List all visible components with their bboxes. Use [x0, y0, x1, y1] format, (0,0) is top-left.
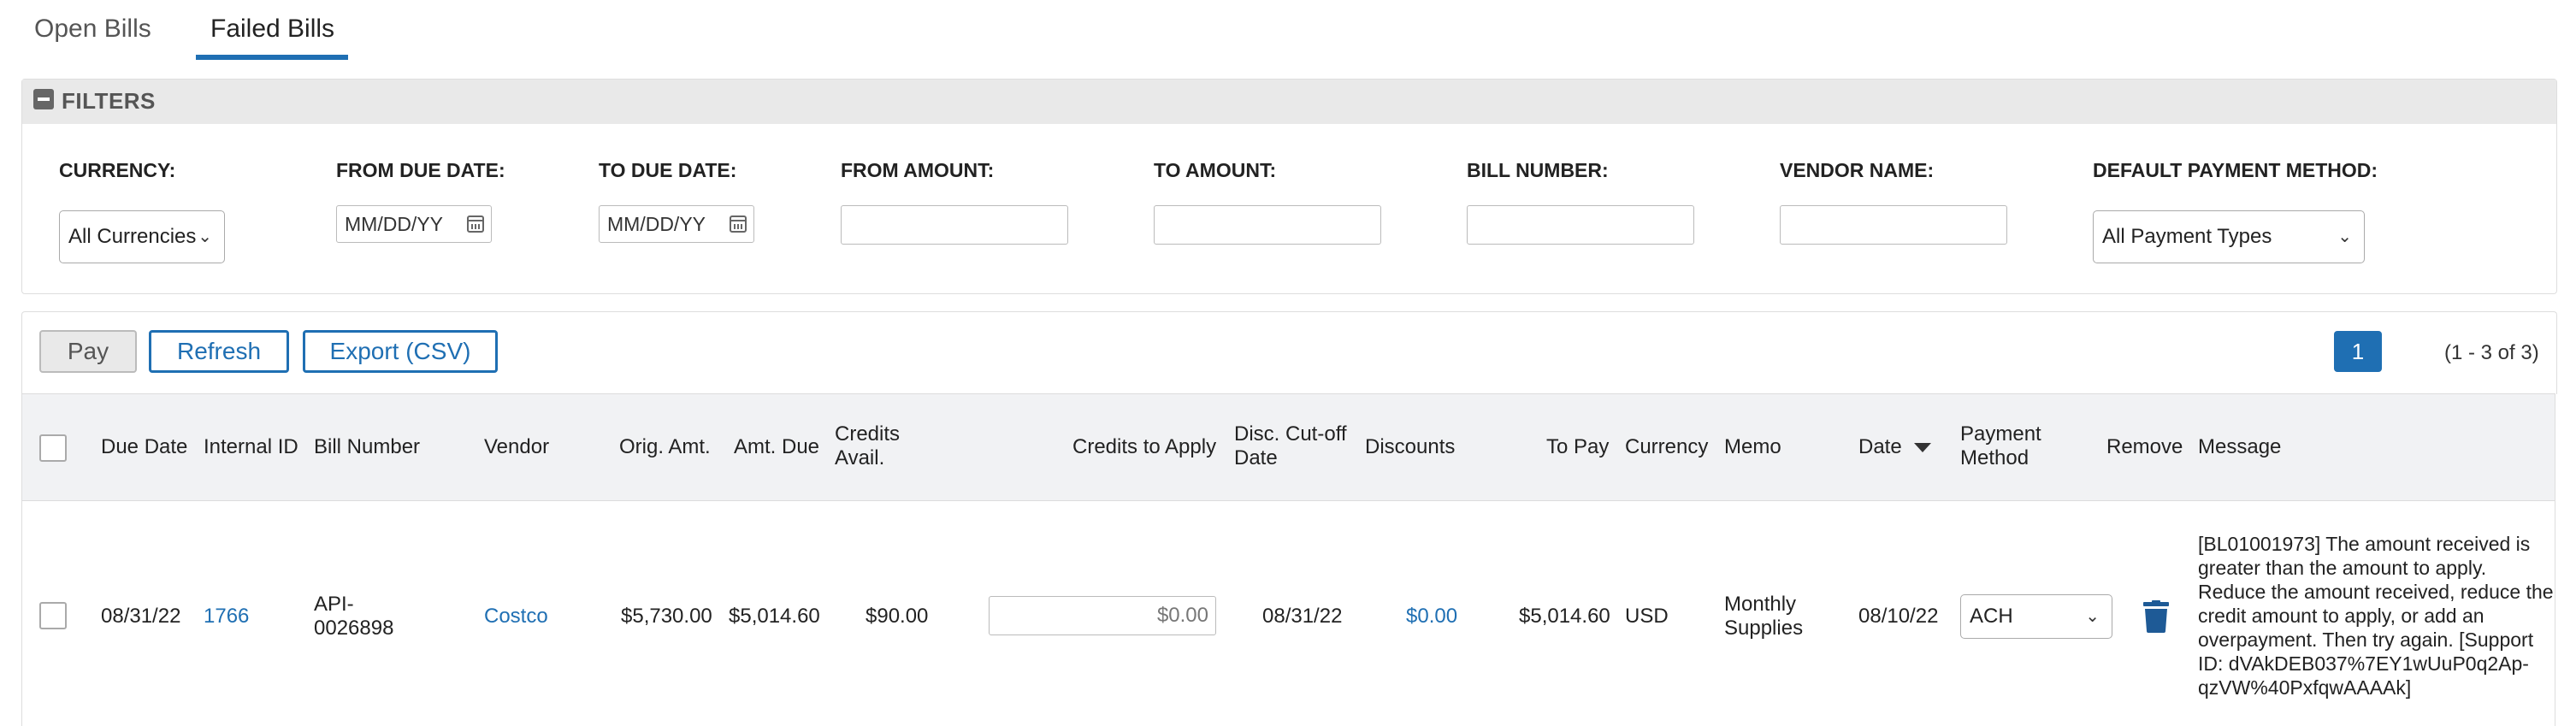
chevron-down-icon: ⌄	[2337, 227, 2352, 246]
cell-date: 08/10/22	[1858, 605, 1939, 628]
refresh-button[interactable]: Refresh	[149, 330, 289, 373]
payment-method-label: DEFAULT PAYMENT METHOD:	[2093, 159, 2378, 181]
from-due-date-input[interactable]: MM/DD/YY	[336, 205, 492, 243]
cell-bill-number-line1: API-	[314, 593, 354, 616]
to-amount-label: TO AMOUNT:	[1154, 159, 1277, 181]
header-credits-avail[interactable]: Credits Avail.	[835, 422, 900, 470]
currency-label: CURRENCY:	[59, 159, 176, 181]
header-remove: Remove	[2106, 435, 2183, 458]
currency-select-value: All Currencies	[68, 225, 197, 248]
header-date-label: Date	[1858, 435, 1902, 458]
chevron-down-icon: ⌄	[198, 227, 212, 246]
header-disc-cutoff-line1: Disc. Cut-off	[1234, 422, 1347, 446]
header-orig-amt[interactable]: Orig. Amt.	[619, 435, 711, 459]
export-csv-button[interactable]: Export (CSV)	[303, 330, 498, 373]
payment-method-select[interactable]: All Payment Types ⌄	[2093, 210, 2365, 263]
header-due-date[interactable]: Due Date	[101, 435, 187, 459]
tab-failed-bills[interactable]: Failed Bills	[210, 0, 334, 62]
table-row: 08/31/22 1766 API- 0026898 Costco $5,730…	[21, 501, 2555, 726]
cell-amt-due: $5,014.60	[729, 605, 820, 628]
trash-icon[interactable]	[2142, 600, 2171, 633]
cell-currency: USD	[1625, 605, 1669, 628]
cell-vendor-link[interactable]: Costco	[484, 605, 548, 629]
chevron-down-icon: ⌄	[2085, 607, 2100, 626]
from-due-date-label: FROM DUE DATE:	[336, 159, 505, 181]
header-bill-number[interactable]: Bill Number	[314, 435, 420, 459]
header-discounts[interactable]: Discounts	[1365, 435, 1455, 459]
filters-header[interactable]: FILTERS	[22, 80, 2556, 124]
action-bar: Pay Refresh Export (CSV) 1 (1 - 3 of 3)	[21, 311, 2557, 394]
cell-to-pay: $5,014.60	[1519, 605, 1610, 628]
cell-disc-cutoff-date: 08/31/22	[1262, 605, 1343, 628]
payment-method-row-select[interactable]: ACH ⌄	[1960, 594, 2112, 639]
header-credits-avail-line2: Avail.	[835, 446, 885, 469]
to-due-date-label: TO DUE DATE:	[599, 159, 737, 181]
header-currency[interactable]: Currency	[1625, 435, 1708, 459]
vendor-name-input[interactable]	[1780, 205, 2007, 245]
header-payment-method[interactable]: Payment Method	[1960, 422, 2041, 470]
cell-memo: Monthly Supplies	[1724, 593, 1803, 640]
filters-title: FILTERS	[62, 88, 156, 114]
cell-memo-line1: Monthly	[1724, 593, 1797, 616]
header-date[interactable]: Date	[1858, 435, 1931, 459]
calendar-icon[interactable]	[730, 215, 747, 233]
header-payment-method-line2: Method	[1960, 446, 2029, 469]
filters-panel: FILTERS CURRENCY: All Currencies ⌄ FROM …	[21, 79, 2557, 294]
header-to-pay[interactable]: To Pay	[1546, 435, 1609, 459]
payment-method-row-value: ACH	[1970, 605, 2013, 628]
collapse-icon[interactable]	[33, 89, 54, 109]
header-credits-avail-line1: Credits	[835, 422, 901, 446]
header-vendor[interactable]: Vendor	[484, 435, 549, 459]
payment-method-select-value: All Payment Types	[2102, 225, 2272, 248]
header-disc-cutoff-line2: Date	[1234, 446, 1278, 469]
calendar-icon[interactable]	[467, 215, 484, 233]
currency-select[interactable]: All Currencies ⌄	[59, 210, 225, 263]
cell-discounts-link[interactable]: $0.00	[1406, 605, 1457, 629]
cell-due-date: 08/31/22	[101, 605, 181, 628]
bill-number-input[interactable]	[1467, 205, 1694, 245]
from-amount-label: FROM AMOUNT:	[841, 159, 995, 181]
tab-bar: Open Bills Failed Bills	[0, 0, 2576, 63]
cell-memo-line2: Supplies	[1724, 617, 1804, 640]
to-due-date-placeholder: MM/DD/YY	[607, 213, 706, 235]
pagination-page-button[interactable]: 1	[2334, 331, 2382, 372]
to-due-date-input[interactable]: MM/DD/YY	[599, 205, 754, 243]
active-tab-indicator	[196, 55, 348, 60]
header-message: Message	[2198, 435, 2282, 458]
cell-orig-amt: $5,730.00	[621, 605, 712, 628]
header-memo[interactable]: Memo	[1724, 435, 1781, 459]
pay-button[interactable]: Pay	[39, 330, 137, 373]
cell-internal-id-link[interactable]: 1766	[204, 605, 249, 629]
header-disc-cutoff-date[interactable]: Disc. Cut-off Date	[1234, 422, 1347, 470]
header-internal-id[interactable]: Internal ID	[204, 435, 298, 459]
pagination-range: (1 - 3 of 3)	[2444, 341, 2539, 364]
credits-to-apply-input[interactable]: $0.00	[989, 596, 1216, 635]
from-amount-input[interactable]	[841, 205, 1068, 245]
tab-open-bills[interactable]: Open Bills	[34, 0, 151, 62]
cell-bill-number-line2: 0026898	[314, 617, 394, 640]
sort-descending-icon[interactable]	[1913, 443, 1931, 453]
header-amt-due[interactable]: Amt. Due	[734, 435, 819, 459]
cell-credits-avail: $90.00	[866, 605, 929, 628]
bill-number-label: BILL NUMBER:	[1467, 159, 1609, 181]
header-credits-to-apply[interactable]: Credits to Apply	[1072, 435, 1216, 459]
row-checkbox[interactable]	[39, 602, 67, 629]
cell-bill-number: API- 0026898	[314, 593, 393, 640]
cell-error-message: [BL01001973] The amount received is grea…	[2198, 533, 2554, 699]
from-due-date-placeholder: MM/DD/YY	[345, 213, 443, 235]
to-amount-input[interactable]	[1154, 205, 1381, 245]
header-payment-method-line1: Payment	[1960, 422, 2041, 446]
select-all-checkbox[interactable]	[39, 434, 67, 462]
vendor-name-label: VENDOR NAME:	[1780, 159, 1935, 181]
table-header: Due Date Internal ID Bill Number Vendor …	[21, 393, 2555, 501]
